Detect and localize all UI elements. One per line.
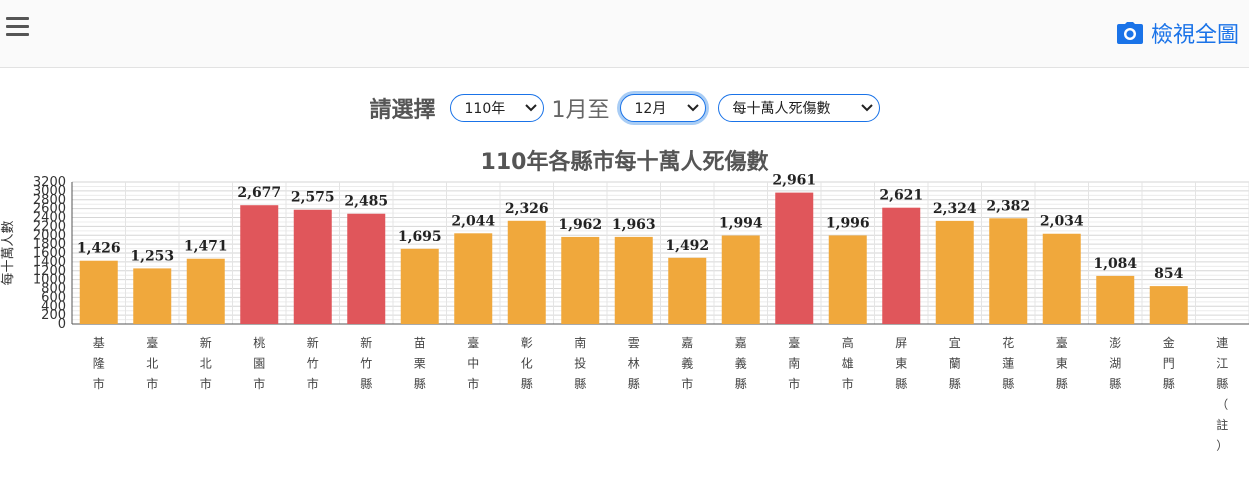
bar [882,207,921,324]
bar [668,257,707,324]
data-label: 2,324 [933,201,977,217]
x-tick-label: 新竹市 [307,335,319,391]
x-tick-label: 臺南市 [788,335,800,391]
bar [293,209,332,324]
hamburger-icon[interactable] [6,17,30,37]
bar [989,218,1028,324]
view-full-button[interactable]: 檢視全圖 [1116,17,1239,49]
bar [828,235,867,324]
metric-select[interactable]: 每十萬人死傷數 [717,94,880,122]
y-tick-label: 3200 [33,175,66,190]
year-select-value: 110年 [464,101,506,117]
bar [507,220,546,324]
x-tick-label: 連江縣（註） [1216,336,1228,453]
x-tick-label: 金門縣 [1163,335,1175,391]
bar-chart: 0200400600800100012001400160018002000220… [0,173,1249,453]
data-label: 2,961 [772,173,816,189]
data-label: 1,963 [612,217,656,233]
bar [186,258,225,324]
filter-controls: 請選擇 110年 1月至 12月 每十萬人死傷數 [0,92,1249,124]
data-label: 1,492 [665,238,709,254]
x-tick-label: 臺東縣 [1056,335,1068,391]
x-tick-label: 宜蘭縣 [949,335,961,391]
bar [347,213,386,324]
x-tick-label: 嘉義縣 [735,336,747,391]
chevron-down-icon [686,104,699,112]
chevron-down-icon [524,104,537,112]
x-tick-label: 苗栗縣 [414,336,426,391]
view-full-label: 檢視全圖 [1150,23,1239,48]
x-tick-label: 花蓮縣 [1002,335,1014,391]
x-tick-label: 桃園市 [253,335,265,391]
data-label: 1,994 [719,216,763,232]
year-select[interactable]: 110年 [449,94,544,122]
x-tick-label: 澎湖縣 [1109,336,1121,391]
data-label: 2,621 [879,188,923,204]
data-label: 2,677 [237,185,281,201]
bar [79,260,118,324]
data-label: 2,044 [451,213,495,229]
x-tick-label: 基隆市 [93,336,105,391]
x-tick-label: 臺中市 [467,335,479,391]
data-label: 1,962 [558,217,602,233]
data-label: 854 [1154,266,1183,282]
data-label: 2,485 [344,194,388,210]
bar [935,220,974,324]
bar [454,233,493,324]
data-label: 1,695 [398,229,442,245]
bar [1096,275,1135,324]
bar [1149,286,1188,324]
bar [561,236,600,324]
bar [240,205,279,324]
bar [614,236,653,324]
data-label: 1,471 [184,239,228,255]
data-label: 1,996 [826,215,870,231]
x-tick-label: 屏東縣 [895,336,907,391]
x-tick-label: 南投縣 [574,335,586,391]
x-tick-label: 雲林縣 [628,336,640,391]
bar [1042,233,1081,324]
data-label: 2,034 [1040,214,1084,230]
x-tick-label: 新竹縣 [360,335,372,391]
x-tick-label: 嘉義市 [681,336,693,391]
month-select-value: 12月 [634,101,667,117]
top-bar: 檢視全圖 [0,0,1249,68]
x-tick-label: 臺北市 [146,335,158,391]
data-label: 1,426 [77,241,121,257]
bar [400,248,439,324]
x-tick-label: 彰化縣 [521,335,533,391]
x-tick-label: 新北市 [200,335,212,391]
y-axis-label: 每十萬人數 [0,220,16,285]
select-prompt-label: 請選擇 [369,98,436,123]
data-label: 2,326 [505,201,549,217]
bar [133,268,172,324]
x-tick-label: 高雄市 [842,335,854,391]
data-label: 1,084 [1093,256,1137,272]
chevron-down-icon [860,104,873,112]
bar [721,235,760,324]
month-select[interactable]: 12月 [619,94,706,122]
bar [775,192,814,324]
range-text: 1月至 [551,98,610,123]
camera-icon [1116,22,1143,44]
data-label: 1,253 [130,248,174,264]
data-label: 2,575 [291,190,335,206]
data-label: 2,382 [986,198,1030,214]
metric-select-value: 每十萬人死傷數 [732,101,831,117]
